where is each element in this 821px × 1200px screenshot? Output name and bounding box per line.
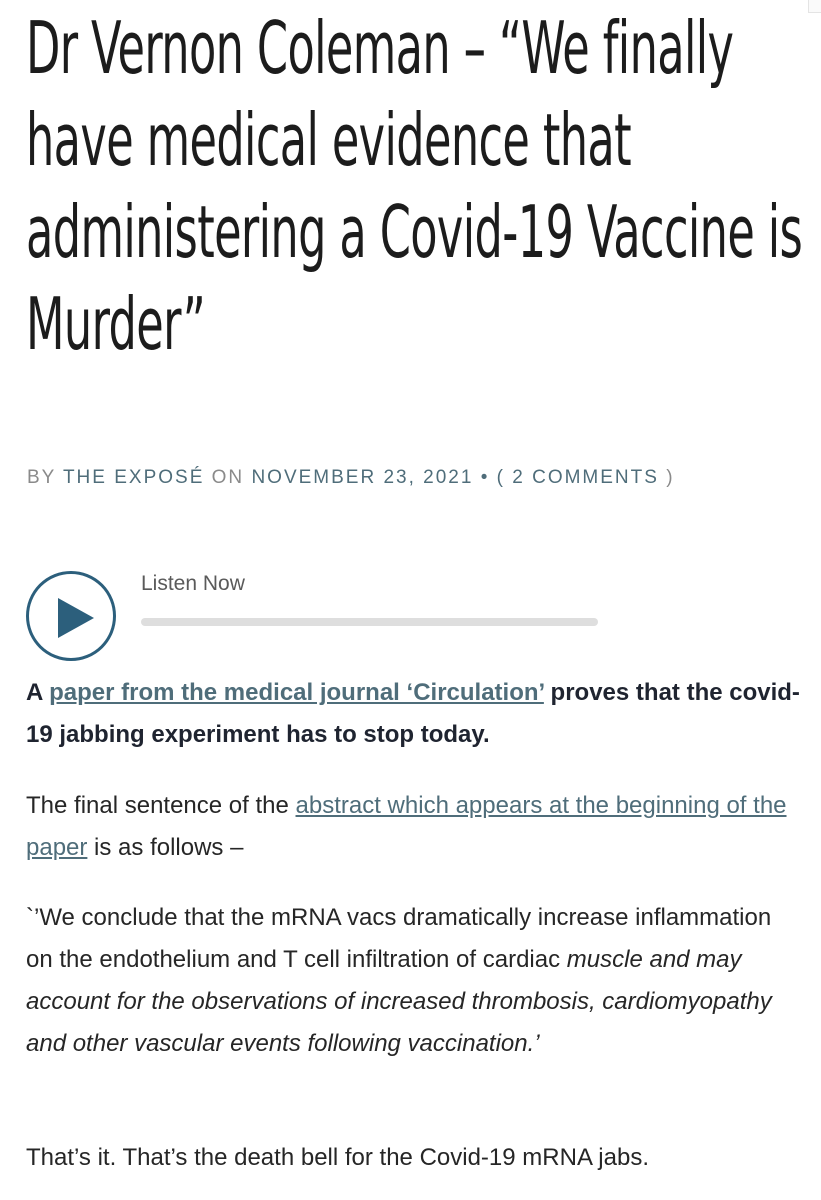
comments-link[interactable]: 2 COMMENTS <box>512 467 659 488</box>
abstract-intro-paragraph: The final sentence of the abstract which… <box>26 785 801 869</box>
byline-bullet: • <box>480 467 490 488</box>
circulation-paper-link[interactable]: paper from the medical journal ‘Circulat… <box>49 679 544 706</box>
lead-paragraph: A paper from the medical journal ‘Circul… <box>26 672 801 756</box>
closing-paragraph: That’s it. That’s the death bell for the… <box>26 1144 649 1171</box>
p2-prefix: The final sentence of the <box>26 792 296 819</box>
comments-open-paren: ( <box>496 467 505 488</box>
quote-paragraph: `’We conclude that the mRNA vacs dramati… <box>26 897 801 1065</box>
play-button[interactable] <box>26 571 116 661</box>
p2-suffix: is as follows – <box>87 834 244 861</box>
audio-player: Listen Now <box>26 571 626 667</box>
author-link[interactable]: THE EXPOSÉ <box>63 467 204 488</box>
lead-prefix: A <box>26 679 50 706</box>
listen-now-label: Listen Now <box>141 572 245 595</box>
date-link[interactable]: NOVEMBER 23, 2021 <box>251 467 473 488</box>
byline: BY THE EXPOSÉ ON NOVEMBER 23, 2021 • ( 2… <box>27 467 675 489</box>
comments-close-paren: ) <box>666 467 675 488</box>
byline-on: ON <box>211 467 245 488</box>
play-icon <box>58 598 94 638</box>
audio-progress-bar[interactable] <box>141 618 598 626</box>
byline-by: BY <box>27 467 57 488</box>
article-title: Dr Vernon Coleman – “We finally have med… <box>26 6 803 366</box>
